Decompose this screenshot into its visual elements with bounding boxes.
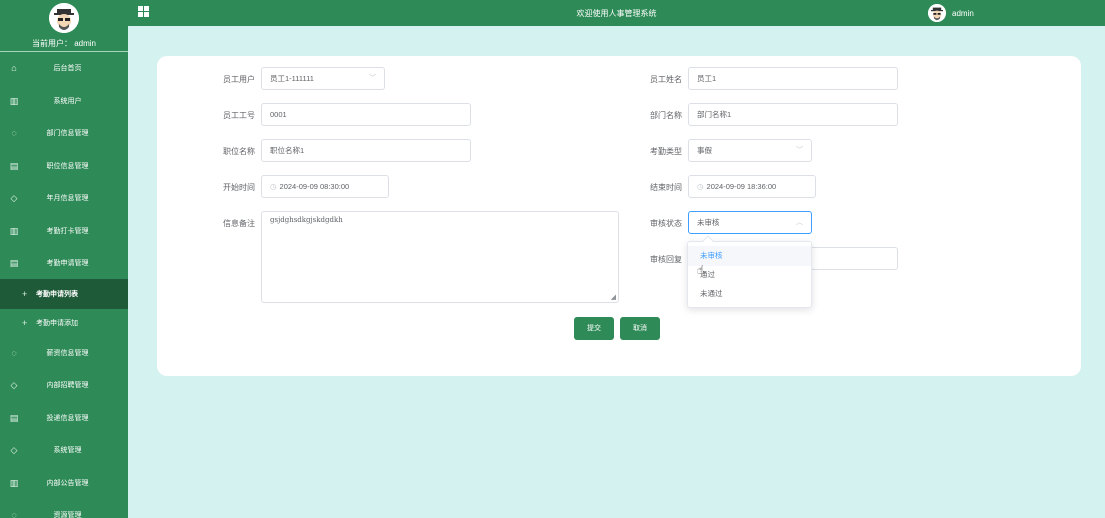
shield-icon: ◇ <box>10 445 18 455</box>
dept-name-value: 部门名称1 <box>697 110 732 119</box>
clock-icon: ◷ <box>697 182 704 191</box>
attendance-type-select[interactable]: 事假 ﹀ <box>688 139 812 162</box>
sidebar-item-label: 后台首页 <box>53 65 82 72</box>
review-status-label: 审核状态 <box>650 219 682 228</box>
sidebar-item-year-month[interactable]: ◇ 年月信息管理 <box>0 183 128 213</box>
hand-cursor-icon: ☝ <box>697 263 705 277</box>
remark-label: 信息备注 <box>223 219 255 228</box>
cancel-button[interactable]: 取消 <box>620 317 660 340</box>
sidebar-user-area: 当前用户： admin <box>0 0 128 52</box>
chevron-up-icon: ︿ <box>796 219 803 226</box>
sidebar-item-attendance-clock[interactable]: ▥ 考勤打卡管理 <box>0 216 128 246</box>
sidebar-item-label: 薪资信息管理 <box>46 350 89 357</box>
start-time-picker[interactable]: ◷ 2024-09-09 08:30:00 <box>261 175 389 198</box>
resize-handle-icon[interactable]: ◢ <box>611 293 616 301</box>
employee-no-label: 员工工号 <box>223 111 255 120</box>
shield-icon: ◇ <box>10 193 18 203</box>
dropdown-option[interactable]: 未审核 <box>688 246 811 266</box>
sidebar-item-label: 考勤打卡管理 <box>46 228 89 235</box>
sidebar-item-label: 考勤申请列表 <box>36 291 78 298</box>
sidebar-item-resource[interactable]: ◌ 资源管理 <box>0 500 128 518</box>
attendance-type-value: 事假 <box>697 146 712 155</box>
end-time-picker[interactable]: ◷ 2024-09-09 18:36:00 <box>688 175 816 198</box>
sidebar-item-label: 系统管理 <box>53 447 82 454</box>
sidebar-item-system-users[interactable]: ▥ 系统用户 <box>0 86 128 116</box>
dept-name-field[interactable]: 部门名称1 <box>688 103 898 126</box>
shield-icon: ◇ <box>10 380 18 390</box>
sidebar-item-label: 内部招聘管理 <box>46 382 89 389</box>
position-name-label: 职位名称 <box>223 147 255 156</box>
sidebar-item-attendance-apply-add[interactable]: + 考勤申请添加 <box>0 308 128 338</box>
sidebar-item-label: 考勤申请管理 <box>46 260 89 267</box>
columns-icon: ▥ <box>9 96 19 106</box>
document-icon: ▤ <box>9 258 19 268</box>
employee-name-label: 员工姓名 <box>650 75 682 84</box>
sidebar-item-label: 年月信息管理 <box>46 195 89 202</box>
columns-icon: ▥ <box>9 226 19 236</box>
sidebar-item-label: 资源管理 <box>53 512 82 518</box>
avatar <box>49 3 79 33</box>
sidebar-item-label: 投递信息管理 <box>46 415 89 422</box>
remark-value: gsjdghsdkgjskdgdkh <box>270 216 343 224</box>
top-user-menu[interactable]: admin <box>928 3 974 23</box>
sidebar-item-label: 系统用户 <box>53 98 82 105</box>
end-time-value: 2024-09-09 18:36:00 <box>706 182 777 191</box>
document-icon: ▤ <box>9 413 19 423</box>
dropdown-option[interactable]: 通过 <box>688 265 811 285</box>
start-time-value: 2024-09-09 08:30:00 <box>279 182 350 191</box>
employee-no-value: 0001 <box>270 110 287 119</box>
home-icon: ⌂ <box>11 63 17 73</box>
document-icon: ▤ <box>9 161 19 171</box>
top-bar: 欢迎使用人事管理系统 admin <box>128 0 1105 26</box>
chevron-down-icon: ﹀ <box>796 147 803 154</box>
end-time-label: 结束时间 <box>650 183 682 192</box>
employee-name-field[interactable]: 员工1 <box>688 67 898 90</box>
remark-textarea[interactable]: gsjdghsdkgjskdgdkh ◢ <box>261 211 619 303</box>
columns-icon: ▥ <box>9 478 19 488</box>
sidebar-item-notice[interactable]: ▥ 内部公告管理 <box>0 468 128 498</box>
dropdown-option[interactable]: 未通过 <box>688 284 811 304</box>
position-name-value: 职位名称1 <box>270 146 305 155</box>
sidebar: 当前用户： admin ⌂ 后台首页 ▥ 系统用户 ◌ 部门信息管理 ▤ 职位信… <box>0 0 128 518</box>
employee-user-label: 员工用户 <box>223 75 255 84</box>
attendance-type-label: 考勤类型 <box>650 147 682 156</box>
submit-button[interactable]: 提交 <box>574 317 614 340</box>
sidebar-item-dept[interactable]: ◌ 部门信息管理 <box>0 118 128 148</box>
sidebar-item-delivery[interactable]: ▤ 投递信息管理 <box>0 403 128 433</box>
position-name-field[interactable]: 职位名称1 <box>261 139 471 162</box>
plus-icon: + <box>22 289 28 299</box>
dept-name-label: 部门名称 <box>650 111 682 120</box>
sidebar-item-salary[interactable]: ◌ 薪资信息管理 <box>0 338 128 368</box>
chat-icon: ◌ <box>11 510 17 518</box>
avatar <box>928 4 946 22</box>
employee-name-value: 员工1 <box>697 74 717 83</box>
chat-icon: ◌ <box>11 128 17 138</box>
start-time-label: 开始时间 <box>223 183 255 192</box>
employee-no-field[interactable]: 0001 <box>261 103 471 126</box>
chat-icon: ◌ <box>11 348 17 358</box>
chevron-down-icon: ﹀ <box>369 75 376 82</box>
sidebar-item-attendance-apply[interactable]: ▤ 考勤申请管理 <box>0 248 128 278</box>
current-user-text: 当前用户： admin <box>31 39 96 48</box>
sidebar-item-label: 内部公告管理 <box>46 480 89 487</box>
employee-user-select[interactable]: 员工1-111111 ﹀ <box>261 67 385 90</box>
clock-icon: ◷ <box>270 182 277 191</box>
review-status-value: 未审核 <box>697 218 720 227</box>
sidebar-item-label: 部门信息管理 <box>46 130 89 137</box>
sidebar-item-recruit[interactable]: ◇ 内部招聘管理 <box>0 370 128 400</box>
plus-icon: + <box>22 318 28 328</box>
sidebar-item-system-manage[interactable]: ◇ 系统管理 <box>0 435 128 465</box>
sidebar-item-attendance-apply-list[interactable]: + 考勤申请列表 <box>0 279 128 309</box>
sidebar-item-position[interactable]: ▤ 职位信息管理 <box>0 151 128 181</box>
top-username: admin <box>952 8 974 18</box>
sidebar-item-home[interactable]: ⌂ 后台首页 <box>0 53 128 83</box>
sidebar-item-label: 职位信息管理 <box>46 163 89 170</box>
review-status-select[interactable]: 未审核 ︿ <box>688 211 812 234</box>
sidebar-item-label: 考勤申请添加 <box>36 320 78 327</box>
review-reply-label: 审核回复 <box>650 255 682 264</box>
review-status-dropdown: 未审核 通过 未通过 <box>687 235 812 308</box>
employee-user-value: 员工1-111111 <box>270 74 314 83</box>
